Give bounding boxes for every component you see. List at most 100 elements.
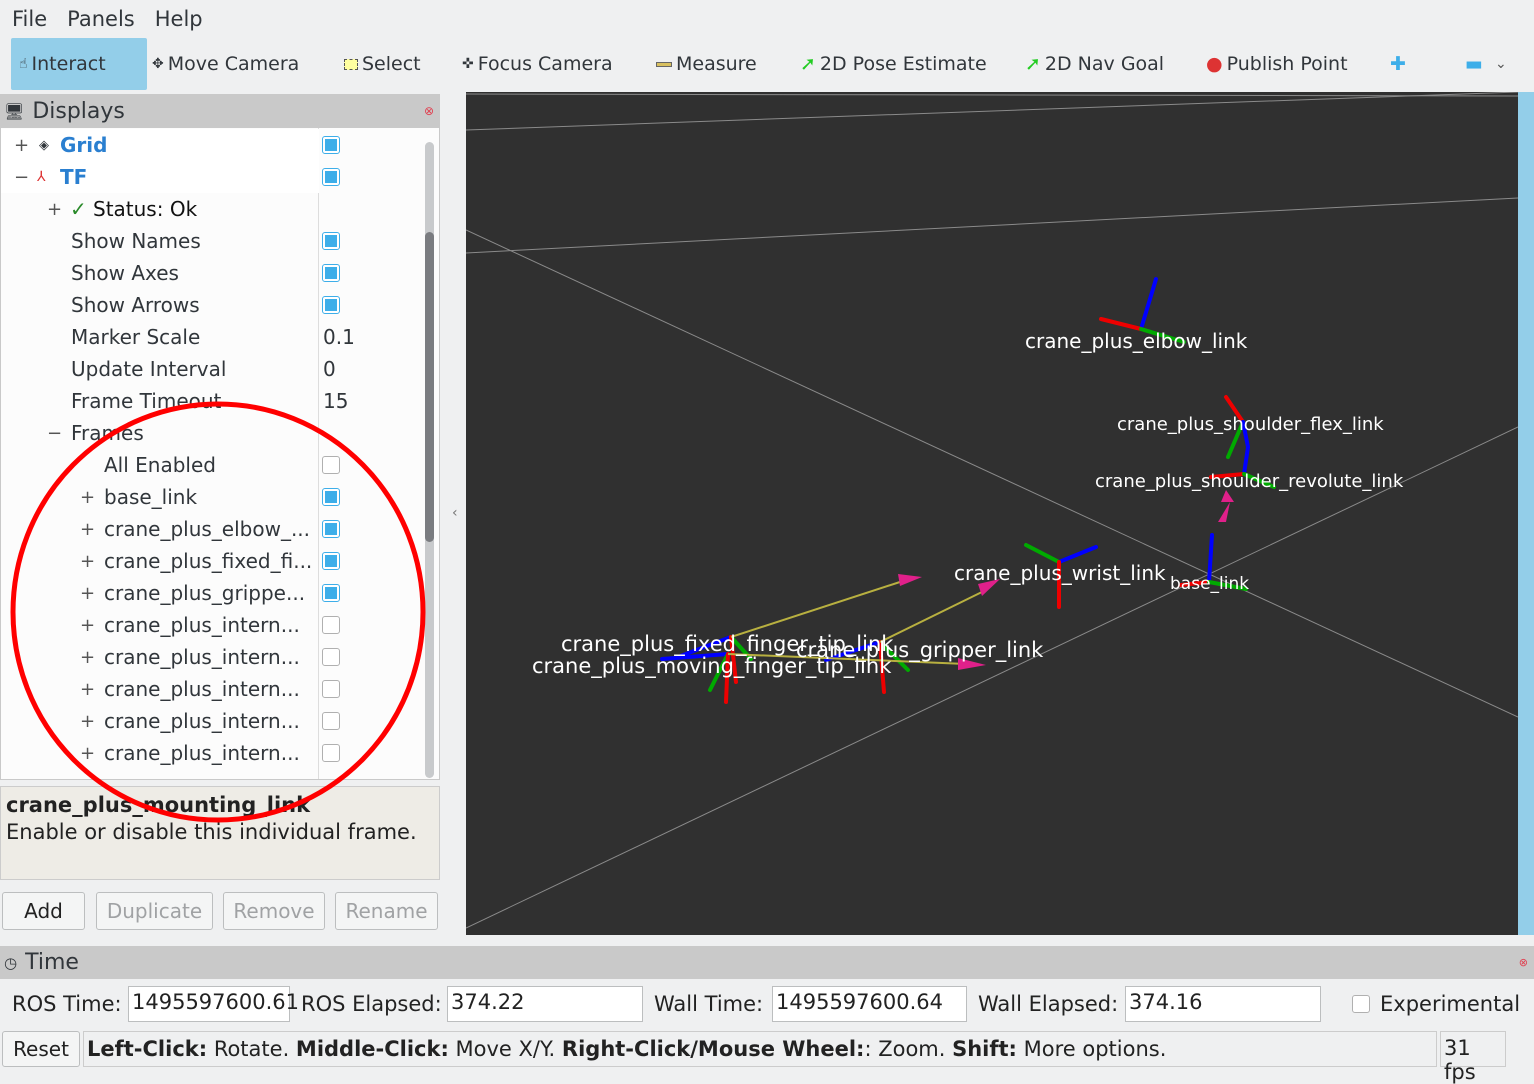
grid-checkbox[interactable] [322, 136, 340, 154]
frame-item[interactable]: + crane_plus_fixed_fi... [1, 545, 319, 577]
frame-item[interactable]: + crane_plus_intern... [1, 641, 319, 673]
label-shoulder-revolute: crane_plus_shoulder_revolute_link [1095, 471, 1404, 492]
display-tf[interactable]: − ⅄ TF [1, 161, 319, 193]
prop-frame-timeout[interactable]: Frame Timeout [1, 385, 319, 417]
remove-button[interactable]: Remove [223, 892, 325, 930]
select-tool[interactable]: Select [344, 38, 421, 90]
frame-item[interactable]: + crane_plus_intern... [1, 705, 319, 737]
frame-checkbox[interactable] [322, 680, 340, 698]
expand-icon[interactable]: + [14, 135, 29, 156]
show-arrows-checkbox[interactable] [322, 296, 340, 314]
3d-viewport[interactable]: crane_plus_elbow_link crane_plus_shoulde… [466, 92, 1518, 935]
frames-label: Frames [71, 421, 144, 445]
expand-icon[interactable]: + [80, 551, 95, 572]
frame-checkbox[interactable] [322, 744, 340, 762]
expand-icon[interactable]: + [80, 647, 95, 668]
status-row[interactable]: + ✓ Status: Ok [1, 193, 319, 225]
prop-show-names[interactable]: Show Names [1, 225, 319, 257]
show-axes-checkbox[interactable] [322, 264, 340, 282]
frame-item[interactable]: + crane_plus_intern... [1, 673, 319, 705]
expand-icon[interactable]: + [80, 743, 95, 764]
display-grid[interactable]: + ◈ Grid [1, 129, 319, 161]
expand-icon[interactable]: + [80, 615, 95, 636]
frame-label: crane_plus_intern... [104, 741, 300, 765]
frame-item[interactable]: + crane_plus_grippe... [1, 577, 319, 609]
frame-item[interactable]: + crane_plus_intern... [1, 737, 319, 769]
frame-checkbox[interactable] [322, 584, 340, 602]
frame-timeout-value[interactable]: 15 [323, 389, 348, 413]
expand-icon[interactable]: + [80, 583, 95, 604]
prop-label: Show Names [71, 229, 201, 253]
nav-goal-tool[interactable]: ➚ 2D Nav Goal [1025, 38, 1164, 90]
collapse-icon[interactable]: − [14, 167, 29, 188]
reset-button[interactable]: Reset [2, 1031, 80, 1067]
expand-icon[interactable]: + [80, 487, 95, 508]
nav-goal-label: 2D Nav Goal [1044, 53, 1165, 75]
frame-checkbox[interactable] [322, 616, 340, 634]
ros-elapsed-field[interactable]: 374.22 [447, 986, 643, 1022]
focus-icon: ✜ [462, 56, 474, 72]
menu-file[interactable]: File [12, 7, 47, 31]
show-names-checkbox[interactable] [322, 232, 340, 250]
label-base: base_link [1170, 574, 1249, 594]
all-enabled-checkbox[interactable] [322, 456, 340, 474]
frames-row[interactable]: − Frames [1, 417, 319, 449]
publish-point-tool[interactable]: ● Publish Point [1206, 38, 1348, 90]
viewport-background [466, 92, 1518, 935]
add-tool-button[interactable]: ✚ [1390, 38, 1406, 90]
hint-right: Right-Click/Mouse Wheel: [561, 1037, 865, 1061]
focus-camera-tool[interactable]: ✜ Focus Camera [462, 38, 613, 90]
ros-time-field[interactable]: 1495597600.61 [128, 986, 299, 1022]
wall-time-field[interactable]: 1495597600.64 [772, 986, 967, 1022]
prop-show-arrows[interactable]: Show Arrows [1, 289, 319, 321]
expand-icon[interactable]: + [80, 519, 95, 540]
frame-item[interactable]: + crane_plus_elbow_... [1, 513, 319, 545]
time-header: ◷ Time ⊗ [0, 946, 1534, 979]
prop-show-axes[interactable]: Show Axes [1, 257, 319, 289]
frame-label: crane_plus_intern... [104, 613, 300, 637]
expand-icon[interactable]: + [80, 679, 95, 700]
menu-panels[interactable]: Panels [67, 7, 135, 31]
menu-help[interactable]: Help [155, 7, 203, 31]
update-interval-value[interactable]: 0 [323, 357, 336, 381]
add-button[interactable]: Add [2, 892, 85, 930]
prop-update-interval[interactable]: Update Interval [1, 353, 319, 385]
hint-text: Move X/Y. [448, 1037, 562, 1061]
scrollbar-thumb[interactable] [425, 232, 434, 542]
marker-scale-value[interactable]: 0.1 [323, 325, 355, 349]
experimental-checkbox[interactable] [1352, 995, 1370, 1013]
pose-estimate-label: 2D Pose Estimate [819, 53, 987, 75]
all-enabled-row[interactable]: All Enabled [1, 449, 319, 481]
interact-tool[interactable]: ☝ Interact [11, 38, 147, 90]
label-shoulder-flex: crane_plus_shoulder_flex_link [1117, 414, 1384, 435]
frame-checkbox[interactable] [322, 552, 340, 570]
measure-tool[interactable]: Measure [656, 38, 757, 90]
frame-item[interactable]: + base_link [1, 481, 319, 513]
minus-icon: ▬ [1465, 53, 1483, 75]
wall-elapsed-field[interactable]: 374.16 [1125, 986, 1321, 1022]
close-icon[interactable]: ⊗ [1519, 956, 1528, 969]
focus-camera-label: Focus Camera [477, 53, 613, 75]
frame-checkbox[interactable] [322, 520, 340, 538]
remove-tool-button[interactable]: ▬ ⌄ [1465, 38, 1507, 90]
collapse-left-icon[interactable]: ‹ [452, 505, 458, 521]
expand-icon[interactable]: + [80, 711, 95, 732]
duplicate-button[interactable]: Duplicate [96, 892, 213, 930]
frame-checkbox[interactable] [322, 712, 340, 730]
pose-estimate-tool[interactable]: ➚ 2D Pose Estimate [800, 38, 987, 90]
frame-item[interactable]: + crane_plus_intern... [1, 609, 319, 641]
prop-marker-scale[interactable]: Marker Scale [1, 321, 319, 353]
expand-icon[interactable]: + [47, 199, 62, 220]
close-icon[interactable]: ⊗ [424, 104, 434, 118]
wall-elapsed-label: Wall Elapsed: [978, 992, 1119, 1016]
frame-checkbox[interactable] [322, 648, 340, 666]
chevron-down-icon: ⌄ [1494, 56, 1507, 72]
right-panel-splitter[interactable] [1518, 92, 1534, 935]
frame-checkbox[interactable] [322, 488, 340, 506]
collapse-icon[interactable]: − [47, 423, 62, 444]
rename-button[interactable]: Rename [335, 892, 438, 930]
frame-label: crane_plus_elbow_... [104, 517, 311, 541]
tf-checkbox[interactable] [322, 168, 340, 186]
map-pin-icon: ● [1206, 53, 1223, 75]
move-camera-tool[interactable]: ✥ Move Camera [152, 38, 299, 90]
